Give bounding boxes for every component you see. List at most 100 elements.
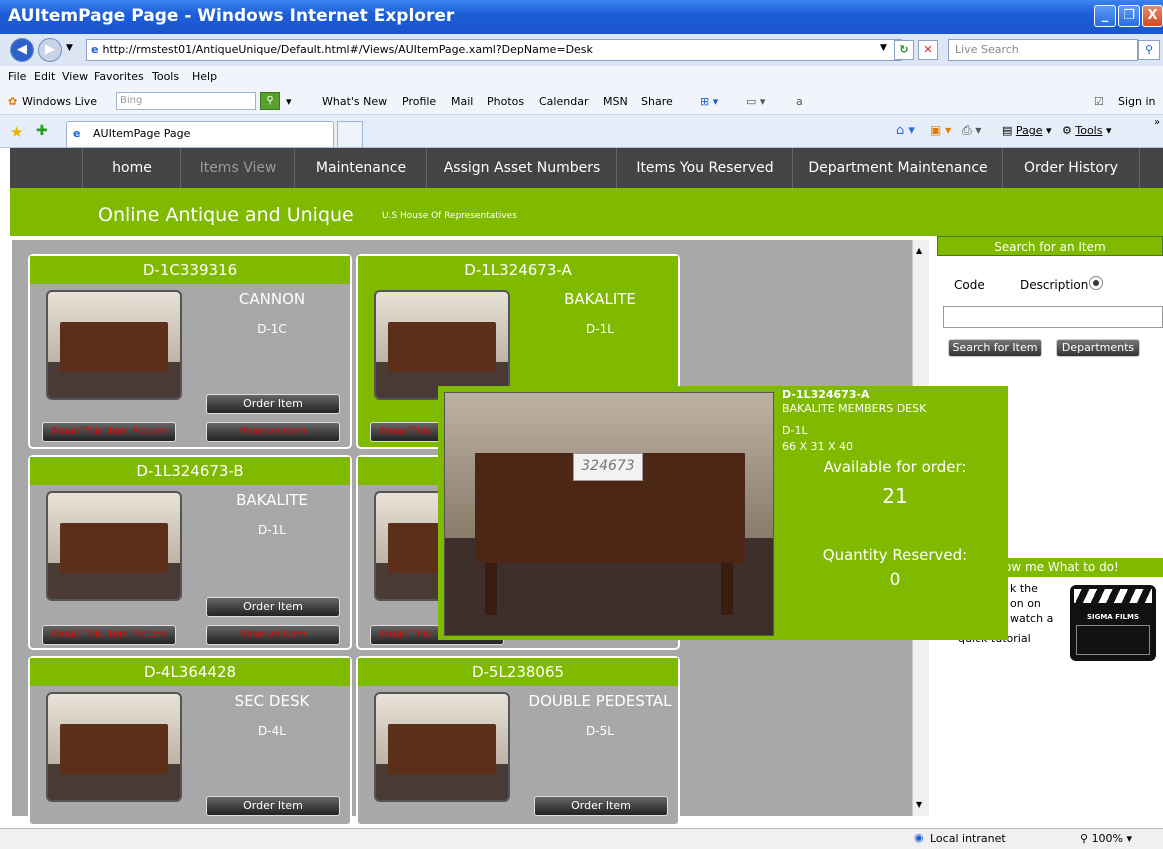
menu-edit[interactable]: Edit: [34, 70, 55, 83]
reserved-label: Quantity Reserved:: [822, 546, 968, 564]
item-photo[interactable]: [46, 491, 182, 601]
page-menu[interactable]: ▤ Page ▾: [1002, 124, 1052, 137]
item-detail-popup: 324673 D-1L324673-A BAKALITE MEMBERS DES…: [438, 386, 1008, 640]
print-icon[interactable]: ⎙ ▾: [962, 123, 981, 138]
minimize-button[interactable]: _: [1094, 5, 1116, 27]
item-id: D-1C339316: [30, 256, 350, 284]
menu-file[interactable]: File: [8, 70, 26, 83]
chevron-more-icon[interactable]: »: [1154, 117, 1160, 128]
new-tab-button[interactable]: [337, 121, 363, 147]
menu-help[interactable]: Help: [192, 70, 217, 83]
order-item-button[interactable]: Order Item: [206, 597, 340, 617]
intranet-globe-icon: ◉: [914, 831, 924, 844]
blog-icon[interactable]: ⊞ ▾: [700, 95, 718, 108]
sign-in-link[interactable]: Sign in: [1118, 95, 1156, 108]
link-whats-new[interactable]: What's New: [322, 95, 387, 108]
link-calendar[interactable]: Calendar: [539, 95, 588, 108]
checkbox-icon[interactable]: ☑: [1094, 95, 1104, 108]
bing-search-input[interactable]: Bing: [116, 92, 256, 110]
reserve-item-button[interactable]: Reserve Item: [206, 422, 340, 442]
windows-live-link[interactable]: Windows Live: [22, 95, 97, 108]
item-id: D-1L324673-B: [30, 457, 350, 485]
stop-icon[interactable]: ✕: [918, 40, 938, 60]
menu-favorites[interactable]: Favorites: [94, 70, 144, 83]
item-photo[interactable]: [374, 692, 510, 802]
search-icon[interactable]: ⚲: [1138, 40, 1160, 60]
link-profile[interactable]: Profile: [402, 95, 436, 108]
nav-order-history[interactable]: Order History: [1002, 148, 1140, 188]
item-card: D-5L238065 DOUBLE PEDESTAL D-5L Order It…: [356, 656, 680, 826]
menu-view[interactable]: View: [62, 70, 88, 83]
code-radio[interactable]: [988, 277, 1002, 291]
maximize-button[interactable]: ❐: [1118, 5, 1140, 27]
nav-home[interactable]: home: [82, 148, 181, 188]
feeds-icon[interactable]: ▣ ▾: [930, 123, 951, 137]
refresh-icon[interactable]: ↻: [894, 40, 914, 60]
bing-search-icon[interactable]: ⚲: [260, 92, 280, 110]
link-msn[interactable]: MSN: [603, 95, 628, 108]
tools-menu[interactable]: ⚙ Tools ▾: [1062, 124, 1112, 137]
tutorial-line: on on: [1010, 597, 1041, 610]
search-for-item-button[interactable]: Search for Item: [948, 339, 1042, 357]
menu-tools[interactable]: Tools: [152, 70, 179, 83]
item-code: D-4L: [258, 724, 286, 738]
nav-items-view[interactable]: Items View: [180, 148, 295, 188]
favorites-star-icon[interactable]: ★: [10, 123, 23, 141]
order-item-button[interactable]: Order Item: [206, 796, 340, 816]
item-code: D-5L: [586, 724, 614, 738]
zoom-level[interactable]: ⚲ 100% ▾: [1080, 832, 1132, 845]
popup-item-desc: BAKALITE MEMBERS DESK: [782, 402, 927, 415]
home-icon[interactable]: ⌂ ▾: [896, 123, 915, 138]
clapper-stripes: [1074, 589, 1152, 603]
link-photos[interactable]: Photos: [487, 95, 524, 108]
site-nav: home Items View Maintenance Assign Asset…: [10, 148, 1163, 188]
item-photo[interactable]: [46, 290, 182, 400]
messenger-icon[interactable]: ▭ ▾: [746, 95, 765, 108]
back-button[interactable]: ◀: [10, 38, 34, 62]
forward-button[interactable]: ▶: [38, 38, 62, 62]
url-dropdown-icon[interactable]: ▼: [880, 43, 887, 53]
email-item-button[interactable]: Email This Item Picture: [42, 422, 176, 442]
url-input[interactable]: e http://rmstest01/AntiqueUnique/Default.…: [86, 39, 902, 61]
nav-items-you-reserved[interactable]: Items You Reserved: [616, 148, 793, 188]
ie-page-icon: e: [91, 43, 99, 56]
links-bar: ✿ Windows Live Bing ⚲ ▾ What's New Profi…: [0, 88, 1163, 115]
description-radio[interactable]: [1089, 276, 1103, 290]
reserve-item-button[interactable]: Reserve Item: [206, 625, 340, 645]
add-favorites-icon[interactable]: ✚: [36, 123, 48, 139]
nav-assign-asset-numbers[interactable]: Assign Asset Numbers: [426, 148, 617, 188]
reserved-count: 0: [889, 570, 901, 590]
item-photo[interactable]: [374, 290, 510, 400]
chevron-down-icon[interactable]: ▼: [66, 43, 73, 53]
nav-maintenance[interactable]: Maintenance: [294, 148, 427, 188]
bing-dropdown-icon[interactable]: ▾: [286, 95, 292, 108]
popup-item-photo: 324673: [444, 392, 774, 636]
order-item-button[interactable]: Order Item: [206, 394, 340, 414]
departments-button[interactable]: Departments: [1056, 339, 1140, 357]
nav-department-maintenance[interactable]: Department Maintenance: [792, 148, 1003, 188]
item-code: D-1L: [258, 523, 286, 537]
tutorial-line: k the: [1010, 582, 1038, 595]
tab-bar: ★ ✚ e AUItemPage Page ⌂ ▾ ▣ ▾ ⎙ ▾ ▤ Page…: [0, 115, 1163, 148]
popup-item-id: D-1L324673-A: [782, 388, 870, 401]
link-share[interactable]: Share: [641, 95, 673, 108]
available-count: 21: [882, 484, 908, 508]
email-item-button[interactable]: Email This Item Picture: [42, 625, 176, 645]
search-input[interactable]: [943, 306, 1163, 328]
zoom-value: 100%: [1091, 832, 1124, 845]
popup-desk-leg: [721, 563, 733, 615]
scroll-up-icon[interactable]: ▲: [916, 246, 922, 255]
translate-icon[interactable]: a: [796, 95, 803, 108]
popup-item-dims: 66 X 31 X 40: [782, 440, 854, 453]
live-search-input[interactable]: Live Search: [948, 39, 1138, 61]
item-code: D-1C: [257, 322, 287, 336]
order-item-button[interactable]: Order Item: [534, 796, 668, 816]
close-button[interactable]: X: [1142, 5, 1163, 27]
tutorial-clapper-icon[interactable]: SIGMA FILMS: [1070, 585, 1156, 661]
scroll-down-icon[interactable]: ▼: [916, 800, 922, 809]
popup-item-code: D-1L: [782, 424, 808, 437]
site-header: Online Antique and Unique U.S House Of R…: [10, 188, 1163, 236]
tab-auitempage[interactable]: e AUItemPage Page: [66, 121, 334, 147]
item-photo[interactable]: [46, 692, 182, 802]
link-mail[interactable]: Mail: [451, 95, 473, 108]
